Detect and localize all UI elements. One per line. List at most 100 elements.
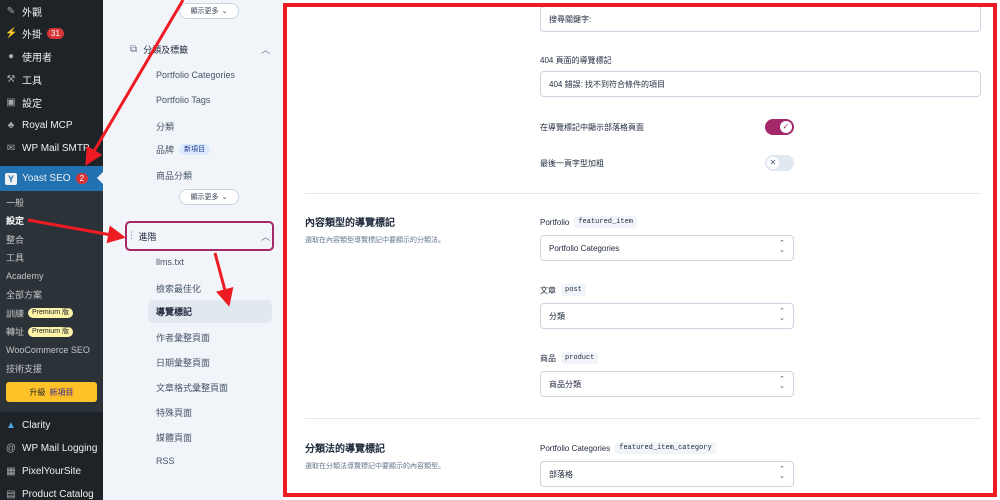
menu-label: Clarity [22, 420, 51, 431]
taxonomies-section-desc: 選取在分類法導覽標記中要顯示的內容類型。 [305, 463, 445, 470]
nav-link-label: 作者彙整頁面 [156, 333, 211, 343]
menu-item-wp-mail-logging[interactable]: @ WP Mail Logging [0, 437, 103, 460]
submenu-label: 整合 [6, 234, 25, 245]
submenu-general[interactable]: 一般 [0, 193, 103, 212]
notification-count-badge: 2 [75, 173, 89, 184]
submenu-academy[interactable]: Academy [0, 267, 103, 286]
nav-group-advanced[interactable]: ⫶ 進階 ︿ [130, 223, 270, 249]
submenu-label: Academy [6, 271, 44, 282]
menu-item-yoast-seo[interactable]: Y Yoast SEO 2 [0, 166, 103, 191]
show-more-button[interactable]: 顯示更多 ⌄ [179, 189, 239, 205]
tag-icon: ⧉ [130, 43, 138, 55]
menu-label: WP Mail SMTP [22, 143, 90, 154]
show-more-button[interactable]: 顯示更多 ⌄ [179, 3, 239, 19]
nav-link-media-pages[interactable]: 媒體頁面 [156, 431, 192, 444]
bold-last-page-toggle[interactable]: ✕ [765, 155, 794, 171]
menu-item-pixelyoursite[interactable]: ▦ PixelYourSite [0, 460, 103, 483]
portfolio-taxonomy-select[interactable]: Portfolio Categories ⌃ ⌄ [540, 235, 794, 261]
select-arrows-icon: ⌃ ⌄ [779, 308, 785, 322]
sitemap-icon: ♣ [7, 120, 15, 131]
menu-item-wp-mail-smtp[interactable]: ✉ WP Mail SMTP [0, 137, 103, 160]
check-icon: ✓ [780, 121, 792, 133]
post-type-code-tag: featured_item [574, 216, 637, 228]
product-taxonomy-select[interactable]: 商品分類 ⌃ ⌄ [540, 371, 794, 397]
at-icon: @ [5, 443, 17, 454]
bold-last-page-label: 最後一頁字型加粗 [540, 158, 604, 169]
product-taxonomy-label: 商品 product [540, 352, 599, 364]
field-value: 404 錯誤: 找不到符合條件的項目 [549, 79, 666, 89]
submenu-integrations[interactable]: 整合 [0, 230, 103, 249]
portfolio-categories-content-type-select[interactable]: 部落格 ⌃ ⌄ [540, 461, 794, 487]
menu-item-product-catalog[interactable]: ▤ Product Catalog [0, 483, 103, 500]
nav-link-label: 品牌 [156, 145, 175, 155]
nav-link-categories[interactable]: 分類 [156, 120, 174, 133]
nav-link-label: llms.txt [156, 257, 184, 267]
submenu-label: 設定 [6, 216, 25, 227]
breadcrumb-404-field[interactable]: 404 錯誤: 找不到符合條件的項目 [540, 71, 981, 97]
wrench-icon: ⚒ [6, 74, 16, 85]
section-divider [305, 418, 981, 419]
nav-link-brands[interactable]: 品牌 新項目 [156, 143, 211, 156]
nav-link-format-archives[interactable]: 文章格式彙整頁面 [156, 381, 228, 394]
nav-group-taxonomies[interactable]: ⧉ 分類及標籤 ︿ [130, 36, 270, 62]
portfolio-taxonomy-label: Portfolio featured_item [540, 216, 637, 228]
nav-link-rss[interactable]: RSS [156, 456, 175, 466]
nav-link-label: RSS [156, 456, 175, 466]
update-count-badge: 31 [47, 28, 64, 39]
show-blog-page-toggle[interactable]: ✓ [765, 119, 794, 135]
search-prefix-field[interactable]: 搜尋關鍵字: [540, 6, 981, 32]
nav-link-llms-txt[interactable]: llms.txt [156, 257, 184, 267]
menu-item-tools[interactable]: ⚒ 工具 [0, 68, 103, 91]
content-types-section-desc: 選取在內容類型導覽標記中要顯示的分類法。 [305, 237, 445, 244]
nav-link-product-categories[interactable]: 商品分類 [156, 169, 192, 182]
wp-admin-sidebar: ✎ 外觀 ⚡ 外掛 31 ● 使用者 ⚒ 工具 ▣ 設定 ♣ Royal MCP… [0, 0, 103, 500]
chevron-up-icon: ︿ [260, 231, 270, 242]
nav-link-date-archives[interactable]: 日期彙整頁面 [156, 356, 210, 369]
upgrade-button[interactable]: 升級 新項目 [6, 382, 97, 402]
menu-label: 外觀 [22, 7, 42, 19]
submenu-label: 轉址 [6, 327, 25, 338]
nav-link-author-archives[interactable]: 作者彙整頁面 [156, 331, 210, 344]
submenu-workouts[interactable]: 訓練 Premium 版 [0, 304, 103, 323]
menu-label: Yoast SEO [22, 173, 71, 184]
x-icon: ✕ [767, 157, 779, 169]
select-value: 部落格 [549, 469, 573, 479]
nav-link-label: 媒體頁面 [156, 433, 193, 443]
submenu-woocommerce-seo[interactable]: WooCommerce SEO [0, 341, 103, 360]
new-badge: 新項目 [179, 144, 211, 155]
submenu-support[interactable]: 技術支援 [0, 360, 103, 379]
taxonomies-section-title: 分類法的導覽標記 [305, 444, 385, 455]
submenu-tools[interactable]: 工具 [0, 249, 103, 268]
chevron-up-icon: ︿ [260, 44, 270, 55]
submenu-plans[interactable]: 全部方案 [0, 286, 103, 305]
premium-badge: Premium 版 [28, 308, 73, 319]
nav-link-portfolio-tags[interactable]: Portfolio Tags [156, 95, 210, 105]
nav-link-label: 文章格式彙整頁面 [156, 383, 229, 393]
menu-item-plugins[interactable]: ⚡ 外掛 31 [0, 22, 103, 45]
menu-item-users[interactable]: ● 使用者 [0, 45, 103, 68]
menu-label: Royal MCP [22, 120, 73, 131]
settings-icon: ▣ [6, 97, 16, 108]
nav-link-portfolio-categories[interactable]: Portfolio Categories [156, 70, 235, 80]
label-text: 最後一頁字型加粗 [540, 159, 604, 168]
select-arrows-icon: ⌃ ⌄ [779, 466, 785, 480]
label-text: Portfolio [540, 217, 570, 227]
nav-link-special-pages[interactable]: 特殊頁面 [156, 406, 192, 419]
menu-label: Product Catalog [22, 489, 94, 500]
menu-item-royal-mcp[interactable]: ♣ Royal MCP [0, 114, 103, 137]
sliders-icon: ⫶ [130, 230, 133, 242]
menu-item-appearance[interactable]: ✎ 外觀 [0, 0, 103, 22]
submenu-settings[interactable]: 設定 [0, 212, 103, 231]
nav-link-breadcrumbs[interactable]: 導覽標記 [148, 300, 272, 323]
content-types-section-title: 內容類型的導覽標記 [305, 218, 395, 229]
pixel-icon: ▦ [6, 466, 16, 477]
label-text: 文章 [540, 285, 556, 295]
menu-item-clarity[interactable]: ▲ Clarity [0, 414, 103, 437]
post-taxonomy-select[interactable]: 分類 ⌃ ⌄ [540, 303, 794, 329]
submenu-redirects[interactable]: 轉址 Premium 版 [0, 323, 103, 342]
nav-link-crawl-optimization[interactable]: 檢索最佳化 [156, 282, 201, 295]
chevron-down-icon: ⌄ [221, 194, 228, 201]
yoast-submenu: 一般 設定 整合 工具 Academy 全部方案 訓練 Premium 版 轉址 P… [0, 191, 103, 412]
menu-item-settings[interactable]: ▣ 設定 [0, 91, 103, 114]
chevron-down-icon: ⌄ [221, 8, 228, 15]
